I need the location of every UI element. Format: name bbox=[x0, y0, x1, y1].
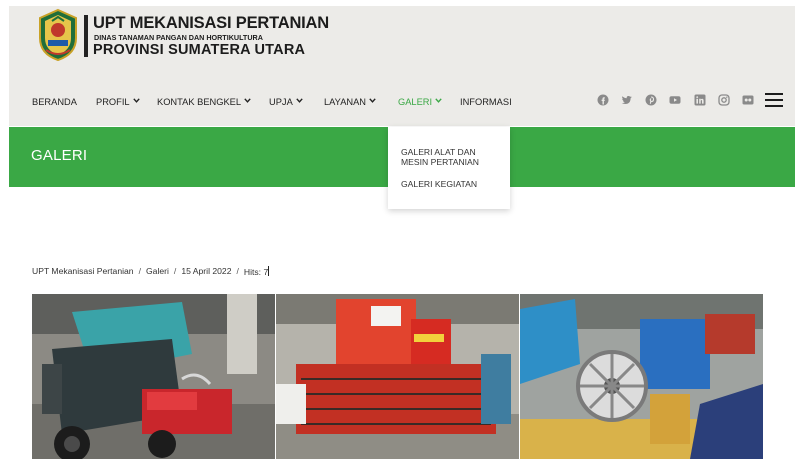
chevron-down-icon bbox=[296, 92, 303, 112]
youtube-icon[interactable] bbox=[669, 93, 681, 105]
province-logo[interactable] bbox=[36, 8, 80, 62]
dropdown-item-label-line1: GALERI ALAT DAN bbox=[401, 147, 476, 157]
nav-item-label: BERANDA bbox=[32, 97, 77, 107]
menu-icon[interactable] bbox=[765, 92, 783, 108]
gallery-photo-pulley-machine[interactable] bbox=[520, 294, 763, 459]
dropdown-item-label: GALERI KEGIATAN bbox=[401, 179, 478, 189]
nav-item-label: PROFIL bbox=[96, 97, 130, 107]
nav-item-beranda[interactable]: BERANDA bbox=[32, 92, 77, 112]
chevron-down-icon bbox=[369, 92, 376, 112]
nav-item-galeri[interactable]: GALERI bbox=[398, 92, 442, 112]
flickr-icon[interactable] bbox=[742, 93, 754, 105]
hits-counter: Hits: 7 bbox=[243, 266, 270, 277]
breadcrumb-separator: / bbox=[138, 266, 141, 276]
nav-item-layanan[interactable]: LAYANAN bbox=[324, 92, 376, 112]
facebook-icon[interactable] bbox=[597, 93, 609, 106]
breadcrumb: UPT Mekanisasi Pertanian / Galeri / 15 A… bbox=[32, 266, 270, 277]
nav-item-label: INFORMASI bbox=[460, 97, 512, 107]
chevron-down-icon bbox=[244, 92, 251, 112]
dropdown-item-galeri-kegiatan[interactable]: GALERI KEGIATAN bbox=[401, 179, 477, 189]
breadcrumb-section[interactable]: Galeri bbox=[146, 266, 169, 277]
nav-item-label: KONTAK BENGKEL bbox=[157, 97, 242, 107]
breadcrumb-separator: / bbox=[236, 266, 239, 276]
nav-item-label: GALERI bbox=[398, 97, 433, 107]
linkedin-icon[interactable] bbox=[694, 93, 706, 106]
article-date: 15 April 2022 bbox=[181, 266, 232, 276]
twitter-icon[interactable] bbox=[621, 93, 633, 105]
brand-province: PROVINSI SUMATERA UTARA bbox=[93, 42, 306, 58]
logo-divider bbox=[84, 15, 88, 57]
pinterest-icon[interactable] bbox=[645, 93, 657, 106]
nav-item-label: UPJA bbox=[269, 97, 293, 107]
gallery-photo-harvester[interactable] bbox=[276, 294, 519, 459]
dropdown-item-galeri-alat-mesin[interactable]: GALERI ALAT DAN MESIN PERTANIAN bbox=[401, 147, 479, 167]
dropdown-item-label-line2: MESIN PERTANIAN bbox=[401, 157, 479, 167]
hits-label: Hits: bbox=[243, 267, 262, 277]
breadcrumb-separator: / bbox=[173, 266, 177, 276]
galeri-dropdown-menu: GALERI ALAT DAN MESIN PERTANIAN GALERI K… bbox=[388, 127, 510, 209]
chevron-down-icon bbox=[435, 92, 442, 112]
chevron-down-icon bbox=[132, 92, 140, 112]
page-title: GALERI bbox=[31, 147, 88, 164]
site-header: UPT MEKANISASI PERTANIAN DINAS TANAMAN P… bbox=[9, 6, 795, 126]
nav-item-upja[interactable]: UPJA bbox=[269, 92, 303, 112]
breadcrumb-site[interactable]: UPT Mekanisasi Pertanian bbox=[32, 266, 134, 277]
brand-subtitle: DINAS TANAMAN PANGAN DAN HORTIKULTURA bbox=[94, 33, 263, 42]
nav-item-informasi[interactable]: INFORMASI bbox=[460, 92, 512, 112]
nav-item-profil[interactable]: PROFIL bbox=[96, 92, 140, 112]
text-cursor bbox=[268, 266, 270, 276]
gallery-photo-thresher[interactable] bbox=[32, 294, 275, 459]
nav-item-label: LAYANAN bbox=[324, 97, 367, 107]
nav-item-kontak-bengkel[interactable]: KONTAK BENGKEL bbox=[157, 92, 251, 112]
instagram-icon[interactable] bbox=[718, 93, 730, 106]
brand-title[interactable]: UPT MEKANISASI PERTANIAN bbox=[93, 14, 329, 33]
